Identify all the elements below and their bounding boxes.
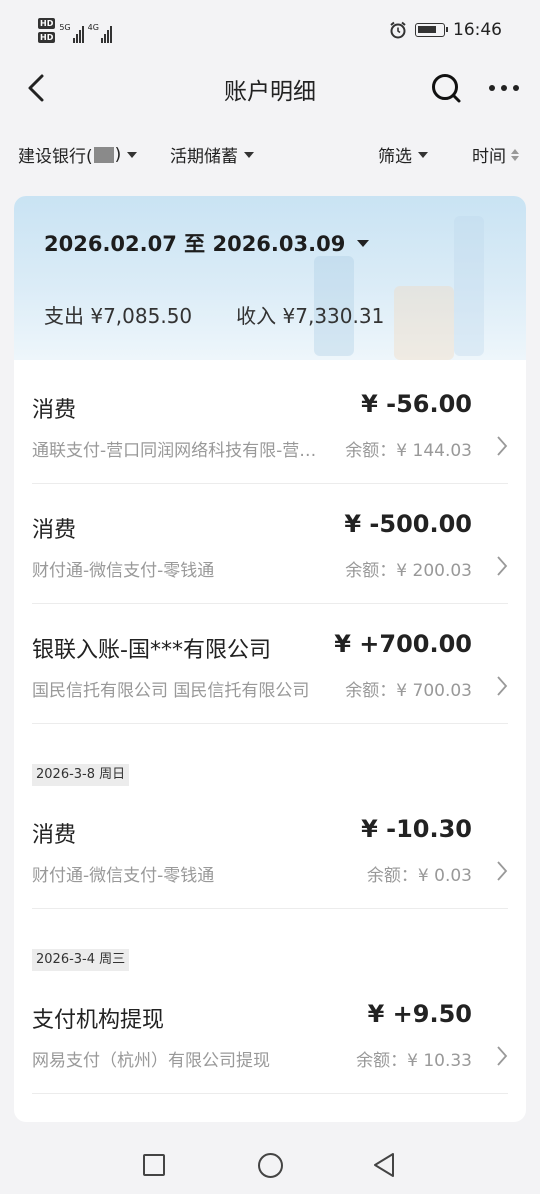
- date-group-header: 2026-3-4 周三: [32, 949, 130, 971]
- transaction-description: 财付通-微信支付-零钱通: [32, 561, 215, 581]
- transaction-row[interactable]: 消费 ¥ -500.00 财付通-微信支付-零钱通 余额：¥ 200.03: [14, 484, 526, 604]
- back-triangle-icon[interactable]: [372, 1152, 396, 1178]
- bank-name-suffix: ): [114, 144, 122, 165]
- date-group-header: 2026-3-8 周日: [32, 764, 130, 786]
- chevron-right-icon: [497, 436, 508, 456]
- summary-banner: 2026.02.07 至 2026.03.09 支出 ¥7,085.50 收入 …: [14, 196, 526, 360]
- transaction-amount: ¥ -56.00: [361, 390, 472, 418]
- bank-account-dropdown[interactable]: 建设银行( ): [18, 142, 138, 167]
- transaction-description: 国民信托有限公司 国民信托有限公司: [32, 681, 310, 701]
- sort-icon: [511, 148, 519, 161]
- transaction-balance: 余额：¥ 200.03: [345, 561, 472, 581]
- transaction-row[interactable]: 2026-3-4 周三 支付机构提现 ¥ +9.50 网易支付（杭州）有限公司提…: [14, 909, 526, 1094]
- transaction-description: 财付通-微信支付-零钱通: [32, 866, 215, 886]
- expense-total: 支出 ¥7,085.50: [44, 304, 193, 328]
- transaction-description: 网易支付（杭州）有限公司提现: [32, 1051, 270, 1071]
- income-total: 收入 ¥7,330.31: [236, 304, 385, 328]
- totals: 支出 ¥7,085.50 收入 ¥7,330.31: [44, 300, 384, 329]
- hd-badge: HD: [38, 18, 56, 29]
- network-label: 4G: [87, 23, 99, 32]
- transaction-list: 消费 ¥ -56.00 通联支付-营口同润网络科技有限-营口… 余额：¥ 144…: [14, 360, 526, 1094]
- account-type-dropdown[interactable]: 活期储蓄: [170, 142, 254, 167]
- caret-down-icon: [244, 151, 254, 158]
- date-range-selector[interactable]: 2026.02.07 至 2026.03.09: [44, 228, 370, 258]
- hd-badge: HD: [38, 32, 56, 43]
- filter-dropdown[interactable]: 筛选: [378, 142, 428, 167]
- alarm-icon: [390, 21, 406, 39]
- transaction-amount: ¥ -10.30: [361, 815, 472, 843]
- masked-account-number: [93, 146, 114, 163]
- system-navigation-bar: [0, 1136, 540, 1194]
- transaction-amount: ¥ +9.50: [367, 1000, 472, 1028]
- banner-decoration: [454, 216, 484, 356]
- chevron-right-icon: [497, 861, 508, 881]
- account-type-label: 活期储蓄: [170, 147, 238, 167]
- transaction-name: 消费: [32, 398, 77, 423]
- status-right: 16:46: [389, 20, 502, 40]
- banner-decoration: [394, 286, 454, 360]
- transaction-name: 消费: [32, 823, 77, 848]
- app-header: 账户明细: [0, 64, 540, 112]
- battery-icon: [415, 23, 448, 37]
- transaction-name: 支付机构提现: [32, 1008, 165, 1033]
- divider: [32, 1093, 508, 1094]
- transactions-card: 2026.02.07 至 2026.03.09 支出 ¥7,085.50 收入 …: [14, 196, 526, 1122]
- date-range-label: 2026.02.07 至 2026.03.09: [44, 232, 346, 256]
- caret-down-icon: [127, 151, 138, 158]
- transaction-balance: 余额：¥ 0.03: [366, 866, 472, 886]
- network-label: 5G: [59, 23, 71, 32]
- transaction-row[interactable]: 消费 ¥ -56.00 通联支付-营口同润网络科技有限-营口… 余额：¥ 144…: [14, 364, 526, 484]
- chevron-right-icon: [497, 676, 508, 696]
- chevron-right-icon: [497, 556, 508, 576]
- signal-icon: 5G: [59, 23, 84, 43]
- status-bar: HD HD 5G 4G 16:46: [0, 0, 540, 64]
- filter-bar: 建设银行( ) 活期储蓄 筛选 时间: [0, 138, 540, 170]
- filter-label: 筛选: [378, 147, 412, 167]
- chevron-right-icon: [497, 1046, 508, 1066]
- signal-indicators: HD HD 5G 4G: [38, 18, 112, 43]
- transaction-description: 通联支付-营口同润网络科技有限-营口…: [32, 441, 332, 461]
- clock: 16:46: [453, 20, 502, 40]
- transaction-row[interactable]: 2026-3-8 周日 消费 ¥ -10.30 财付通-微信支付-零钱通 余额：…: [14, 724, 526, 909]
- transaction-balance: 余额：¥ 144.03: [345, 441, 472, 461]
- transaction-name: 消费: [32, 518, 77, 543]
- bank-name-label: 建设银行(: [18, 147, 93, 167]
- more-options-icon[interactable]: [484, 72, 524, 104]
- caret-down-icon: [418, 151, 428, 158]
- hd-badges: HD HD: [38, 18, 56, 43]
- signal-icon: 4G: [88, 23, 112, 43]
- caret-down-icon: [357, 239, 370, 247]
- transaction-amount: ¥ +700.00: [334, 630, 472, 658]
- transaction-balance: 余额：¥ 700.03: [345, 681, 472, 701]
- transaction-amount: ¥ -500.00: [344, 510, 472, 538]
- transaction-row[interactable]: 银联入账-国***有限公司 ¥ +700.00 国民信托有限公司 国民信托有限公…: [14, 604, 526, 724]
- time-sort-label: 时间: [472, 147, 506, 167]
- transaction-balance: 余额：¥ 10.33: [356, 1051, 472, 1071]
- search-icon[interactable]: [428, 70, 464, 106]
- time-sort-toggle[interactable]: 时间: [472, 142, 519, 167]
- transaction-name: 银联入账-国***有限公司: [32, 638, 271, 663]
- home-icon[interactable]: [258, 1153, 283, 1178]
- recent-apps-icon[interactable]: [143, 1154, 165, 1176]
